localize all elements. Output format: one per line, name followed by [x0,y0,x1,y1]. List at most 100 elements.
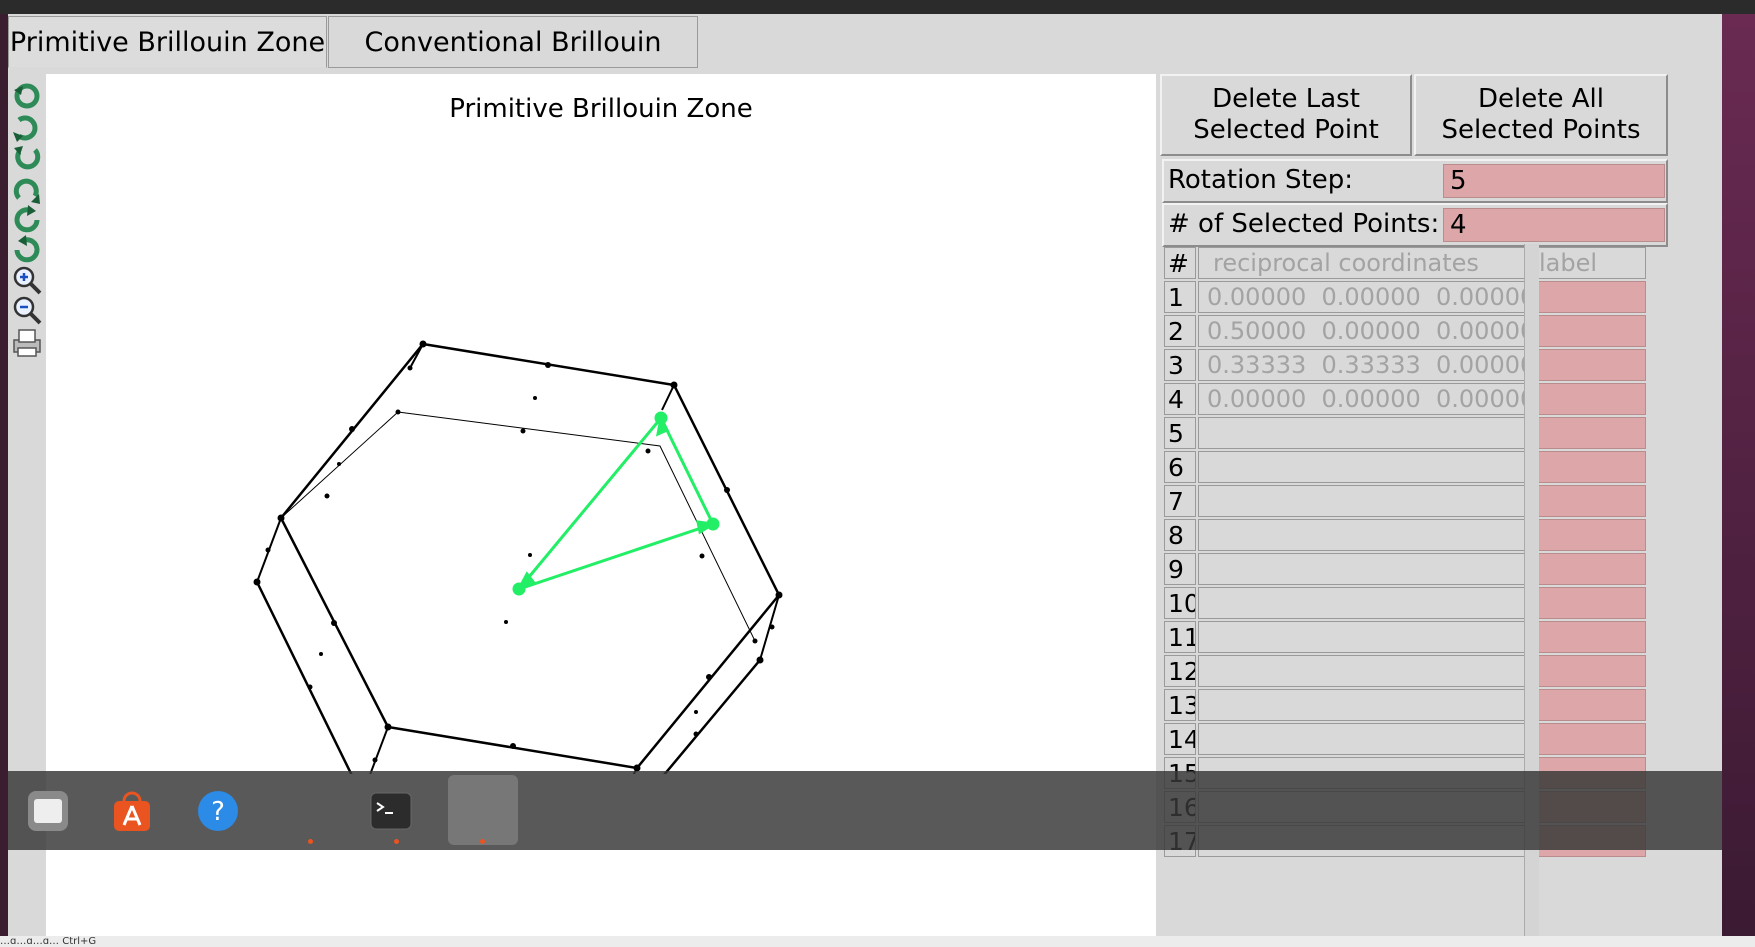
row-label-input[interactable] [1538,383,1646,415]
table-row: 4 0.00000 0.00000 0.00000 [1162,382,1652,416]
row-index: 4 [1164,383,1196,415]
row-label-input[interactable] [1538,417,1646,449]
table-row: 14 [1162,722,1652,756]
tab-primitive-brillouin-zone[interactable]: Primitive Brillouin Zone [8,16,327,68]
row-index: 12 [1164,655,1196,687]
system-top-bar [0,0,1755,14]
selected-count-row: # of Selected Points: 4 [1162,203,1668,247]
row-coordinates[interactable] [1198,417,1535,449]
header-coordinates: reciprocal coordinates [1198,247,1535,279]
table-header: # reciprocal coordinates label [1162,246,1652,280]
table-row: 8 [1162,518,1652,552]
table-row: 7 [1162,484,1652,518]
row-label-input[interactable] [1538,621,1646,653]
table-row: 9 [1162,552,1652,586]
zoom-out-icon[interactable] [11,294,43,326]
table-row: 10 [1162,586,1652,620]
rotate-z-ccw-icon[interactable] [11,204,43,236]
row-label-input[interactable] [1538,519,1646,551]
header-label: label [1538,247,1646,279]
row-coordinates[interactable] [1198,519,1535,551]
selected-count-label: # of Selected Points: [1168,209,1440,239]
row-coordinates[interactable]: 0.00000 0.00000 0.00000 [1198,281,1535,313]
row-coordinates[interactable] [1198,689,1535,721]
desktop-background [1722,14,1755,936]
row-index: 7 [1164,485,1196,517]
row-index: 14 [1164,723,1196,755]
files-icon[interactable] [26,789,70,833]
table-row: 6 [1162,450,1652,484]
row-coordinates[interactable]: 0.50000 0.00000 0.00000 [1198,315,1535,347]
brillouin-zone-drawing [253,340,783,774]
selected-count-input[interactable]: 4 [1443,208,1665,242]
row-label-input[interactable] [1538,723,1646,755]
delete-all-label-1: Delete All [1478,84,1604,114]
app-window: Primitive Brillouin Zone Conventional Br… [8,14,1722,936]
table-row: 1 0.00000 0.00000 0.00000 [1162,280,1652,314]
row-index: 13 [1164,689,1196,721]
rotation-step-input[interactable]: 5 [1443,164,1665,198]
row-index: 6 [1164,451,1196,483]
table-row: 12 [1162,654,1652,688]
table-row: 3 0.33333 0.33333 0.00000 [1162,348,1652,382]
row-index: 10 [1164,587,1196,619]
row-label-input[interactable] [1538,451,1646,483]
row-index: 8 [1164,519,1196,551]
software-icon[interactable] [110,789,154,833]
row-label-input[interactable] [1538,587,1646,619]
row-label-input[interactable] [1538,689,1646,721]
row-label-input[interactable] [1538,315,1646,347]
row-index: 2 [1164,315,1196,347]
rotate-x-cw-icon[interactable] [11,112,43,144]
high-symmetry-points [253,340,783,772]
help-icon[interactable]: ? [196,789,240,833]
terminal-icon[interactable] [369,789,413,833]
row-label-input[interactable] [1538,281,1646,313]
row-label-input[interactable] [1538,485,1646,517]
rotate-y-cw-icon[interactable] [11,174,43,206]
running-indicator [394,839,399,844]
running-indicator [308,839,313,844]
rotate-z-cw-icon[interactable] [11,234,43,266]
row-label-input[interactable] [1538,655,1646,687]
row-label-input[interactable] [1538,553,1646,585]
rotation-step-label: Rotation Step: [1168,165,1353,195]
row-coordinates[interactable] [1198,723,1535,755]
row-coordinates[interactable] [1198,587,1535,619]
row-coordinates[interactable] [1198,655,1535,687]
header-index: # [1164,247,1196,279]
app-window-icon[interactable] [448,775,518,845]
tab-conventional-brillouin-zone[interactable]: Conventional Brillouin Zone [328,16,698,110]
row-coordinates[interactable] [1198,451,1535,483]
row-coordinates[interactable]: 0.00000 0.00000 0.00000 [1198,383,1535,415]
row-coordinates[interactable] [1198,485,1535,517]
hexagonal-prism [255,342,781,774]
row-coordinates[interactable]: 0.33333 0.33333 0.00000 [1198,349,1535,381]
zoom-in-icon[interactable] [11,264,43,296]
row-index: 9 [1164,553,1196,585]
row-index: 3 [1164,349,1196,381]
rotate-y-ccw-icon[interactable] [11,142,43,174]
row-index: 1 [1164,281,1196,313]
table-row: 11 [1162,620,1652,654]
row-coordinates[interactable] [1198,621,1535,653]
row-index: 11 [1164,621,1196,653]
row-index: 5 [1164,417,1196,449]
rotation-step-row: Rotation Step: 5 [1162,159,1668,203]
row-coordinates[interactable] [1198,553,1535,585]
svg-text:?: ? [211,797,225,827]
delete-last-label-1: Delete Last [1212,84,1360,114]
print-icon[interactable] [11,326,43,358]
table-row: 13 [1162,688,1652,722]
row-label-input[interactable] [1538,349,1646,381]
table-row: 5 [1162,416,1652,450]
delete-last-button[interactable]: Delete Last Selected Point [1160,74,1412,156]
running-indicator [480,839,485,844]
status-line: …ɑ…ɑ…ɑ… Ctrl+G [0,936,1755,947]
delete-all-button[interactable]: Delete All Selected Points [1414,74,1668,156]
table-row: 2 0.50000 0.00000 0.00000 [1162,314,1652,348]
rotate-x-ccw-icon[interactable] [11,80,43,112]
dock: ? [8,771,1722,850]
delete-all-label-2: Selected Points [1441,115,1641,145]
delete-last-label-2: Selected Point [1193,115,1379,145]
